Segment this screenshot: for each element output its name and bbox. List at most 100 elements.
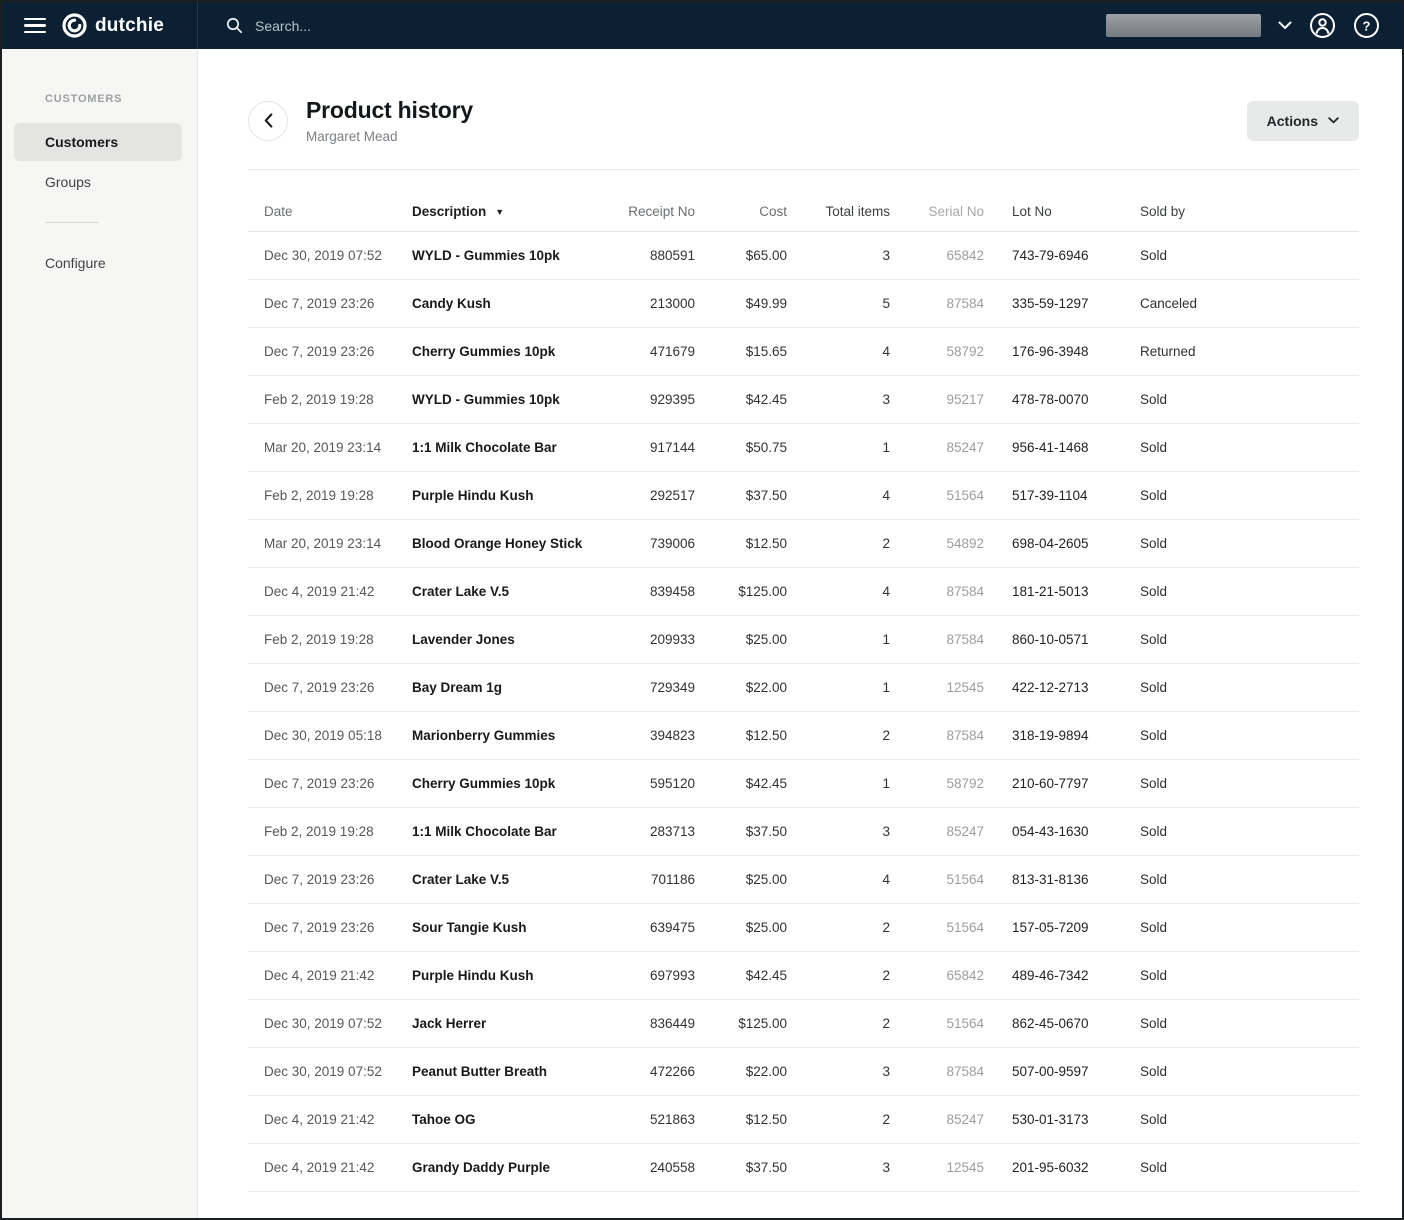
cell-total-items: 2 [787, 712, 890, 760]
table-row[interactable]: Mar 20, 2019 23:14 Blood Orange Honey St… [248, 520, 1359, 568]
cell-lot-no: 318-19-9894 [984, 712, 1110, 760]
cell-receipt-no: 283713 [599, 808, 695, 856]
top-navbar: dutchie Search... [2, 2, 1402, 49]
cell-description: Grandy Daddy Purple [412, 1144, 599, 1192]
table-row[interactable]: Feb 2, 2019 19:28 Purple Hindu Kush 2925… [248, 472, 1359, 520]
cell-cost: $25.00 [695, 616, 787, 664]
search-placeholder: Search... [255, 18, 311, 34]
column-header-description[interactable]: Description▼ [412, 190, 599, 232]
cell-sold-by: Sold [1110, 616, 1359, 664]
cell-lot-no: 201-95-6032 [984, 1144, 1110, 1192]
cell-receipt-no: 697993 [599, 952, 695, 1000]
cell-date: Dec 30, 2019 07:52 [248, 232, 412, 280]
cell-total-items: 3 [787, 1144, 890, 1192]
table-row[interactable]: Dec 30, 2019 07:52 WYLD - Gummies 10pk 8… [248, 232, 1359, 280]
actions-button[interactable]: Actions [1247, 101, 1359, 141]
cell-receipt-no: 209933 [599, 616, 695, 664]
cell-total-items: 2 [787, 904, 890, 952]
cell-serial-no: 58792 [890, 328, 984, 376]
cell-lot-no: 422-12-2713 [984, 664, 1110, 712]
sidebar-item-configure[interactable]: Configure [14, 244, 182, 282]
cell-date: Feb 2, 2019 19:28 [248, 472, 412, 520]
cell-sold-by: Sold [1110, 1144, 1359, 1192]
cell-description: Purple Hindu Kush [412, 472, 599, 520]
sidebar-item-customers[interactable]: Customers [14, 123, 182, 161]
cell-date: Dec 4, 2019 21:42 [248, 952, 412, 1000]
hamburger-menu-icon[interactable] [24, 18, 46, 34]
table-row[interactable]: Dec 7, 2019 23:26 Cherry Gummies 10pk 59… [248, 760, 1359, 808]
table-row[interactable]: Dec 30, 2019 07:52 Jack Herrer 836449 $1… [248, 1000, 1359, 1048]
cell-serial-no: 87584 [890, 712, 984, 760]
product-history-table-body: Dec 30, 2019 07:52 WYLD - Gummies 10pk 8… [248, 232, 1359, 1192]
table-row[interactable]: Dec 30, 2019 07:52 Peanut Butter Breath … [248, 1048, 1359, 1096]
cell-total-items: 4 [787, 568, 890, 616]
chevron-down-icon[interactable] [1278, 21, 1292, 30]
cell-cost: $42.45 [695, 760, 787, 808]
cell-sold-by: Sold [1110, 760, 1359, 808]
table-row[interactable]: Dec 7, 2019 23:26 Bay Dream 1g 729349 $2… [248, 664, 1359, 712]
cell-receipt-no: 739006 [599, 520, 695, 568]
column-header-sold-by[interactable]: Sold by [1110, 190, 1359, 232]
table-row[interactable]: Dec 7, 2019 23:26 Sour Tangie Kush 63947… [248, 904, 1359, 952]
cell-cost: $125.00 [695, 1000, 787, 1048]
help-icon[interactable]: ? [1353, 12, 1380, 39]
cell-total-items: 1 [787, 616, 890, 664]
column-header-receipt-no[interactable]: Receipt No [599, 190, 695, 232]
global-search-input[interactable]: Search... [198, 17, 1106, 34]
cell-receipt-no: 917144 [599, 424, 695, 472]
chevron-down-icon [1328, 117, 1339, 124]
cell-lot-no: 743-79-6946 [984, 232, 1110, 280]
table-row[interactable]: Dec 4, 2019 21:42 Tahoe OG 521863 $12.50… [248, 1096, 1359, 1144]
account-icon[interactable] [1309, 12, 1336, 39]
cell-cost: $50.75 [695, 424, 787, 472]
dutchie-logo[interactable]: dutchie [62, 13, 164, 38]
cell-receipt-no: 639475 [599, 904, 695, 952]
column-header-date[interactable]: Date [248, 190, 412, 232]
cell-total-items: 3 [787, 232, 890, 280]
cell-receipt-no: 595120 [599, 760, 695, 808]
cell-lot-no: 530-01-3173 [984, 1096, 1110, 1144]
cell-description: WYLD - Gummies 10pk [412, 376, 599, 424]
cell-serial-no: 51564 [890, 856, 984, 904]
cell-date: Dec 30, 2019 05:18 [248, 712, 412, 760]
cell-date: Dec 7, 2019 23:26 [248, 856, 412, 904]
cell-receipt-no: 929395 [599, 376, 695, 424]
column-header-cost[interactable]: Cost [695, 190, 787, 232]
table-row[interactable]: Dec 7, 2019 23:26 Crater Lake V.5 701186… [248, 856, 1359, 904]
column-header-lot-no[interactable]: Lot No [984, 190, 1110, 232]
cell-cost: $37.50 [695, 808, 787, 856]
table-row[interactable]: Dec 4, 2019 21:42 Grandy Daddy Purple 24… [248, 1144, 1359, 1192]
back-button[interactable] [248, 101, 288, 141]
cell-receipt-no: 472266 [599, 1048, 695, 1096]
cell-date: Feb 2, 2019 19:28 [248, 616, 412, 664]
cell-sold-by: Sold [1110, 664, 1359, 712]
table-row[interactable]: Feb 2, 2019 19:28 Lavender Jones 209933 … [248, 616, 1359, 664]
cell-receipt-no: 839458 [599, 568, 695, 616]
table-row[interactable]: Feb 2, 2019 19:28 WYLD - Gummies 10pk 92… [248, 376, 1359, 424]
cell-cost: $12.50 [695, 520, 787, 568]
cell-date: Dec 7, 2019 23:26 [248, 328, 412, 376]
cell-lot-no: 507-00-9597 [984, 1048, 1110, 1096]
column-header-serial-no[interactable]: Serial No [890, 190, 984, 232]
table-row[interactable]: Mar 20, 2019 23:14 1:1 Milk Chocolate Ba… [248, 424, 1359, 472]
table-row[interactable]: Dec 4, 2019 21:42 Purple Hindu Kush 6979… [248, 952, 1359, 1000]
cell-description: Cherry Gummies 10pk [412, 760, 599, 808]
cell-cost: $37.50 [695, 472, 787, 520]
sidebar-item-groups[interactable]: Groups [14, 163, 182, 201]
table-row[interactable]: Dec 30, 2019 05:18 Marionberry Gummies 3… [248, 712, 1359, 760]
table-row[interactable]: Dec 4, 2019 21:42 Crater Lake V.5 839458… [248, 568, 1359, 616]
cell-total-items: 5 [787, 280, 890, 328]
location-select[interactable] [1106, 14, 1261, 37]
cell-sold-by: Sold [1110, 568, 1359, 616]
cell-total-items: 4 [787, 856, 890, 904]
table-row[interactable]: Dec 7, 2019 23:26 Candy Kush 213000 $49.… [248, 280, 1359, 328]
cell-description: Marionberry Gummies [412, 712, 599, 760]
table-row[interactable]: Feb 2, 2019 19:28 1:1 Milk Chocolate Bar… [248, 808, 1359, 856]
cell-receipt-no: 880591 [599, 232, 695, 280]
main-content: Product history Margaret Mead Actions [198, 49, 1402, 1218]
cell-receipt-no: 836449 [599, 1000, 695, 1048]
cell-lot-no: 176-96-3948 [984, 328, 1110, 376]
table-row[interactable]: Dec 7, 2019 23:26 Cherry Gummies 10pk 47… [248, 328, 1359, 376]
column-header-total-items[interactable]: Total items [787, 190, 890, 232]
cell-lot-no: 956-41-1468 [984, 424, 1110, 472]
